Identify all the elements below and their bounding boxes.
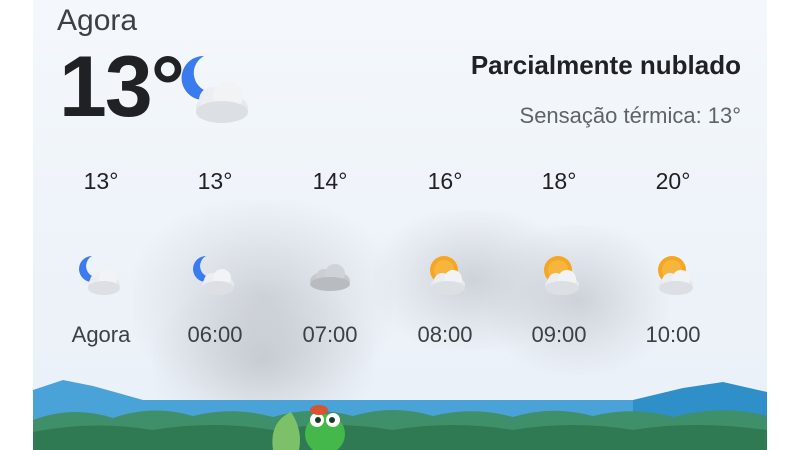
hourly-forecast[interactable]: 13° Agora 13° 06:00 14° 07:00 16° 08:00 … [33,168,767,348]
feels-like: Sensação térmica: 13° [520,103,741,129]
partly-cloudy-night-icon [79,256,120,295]
hour-temperature: 20° [655,168,691,194]
hour-time: 06:00 [187,322,243,347]
current-temperature: 13° [59,39,185,135]
hour-temperature: 16° [427,168,463,194]
partly-cloudy-night-icon [193,256,234,295]
hour-item[interactable]: 14° 07:00 [275,168,385,348]
cloudy-icon [310,264,350,291]
landscape-illustration [33,380,767,450]
hour-time: 08:00 [417,322,473,347]
partly-cloudy-day-icon [544,256,579,295]
partly-cloudy-day-icon [430,256,465,295]
hour-time: 07:00 [302,322,358,347]
hour-temperature: 14° [312,168,348,194]
hour-item[interactable]: 20° 10:00 [618,168,728,348]
current-label: Agora [57,4,138,37]
hour-item[interactable]: 13° 06:00 [160,168,270,348]
hour-item[interactable]: 18° 09:00 [504,168,614,348]
hour-time: 09:00 [531,322,587,347]
hour-item[interactable]: 13° Agora [46,168,156,348]
partly-cloudy-night-icon [181,55,248,123]
hour-temperature: 13° [83,168,119,194]
hour-temperature: 13° [197,168,233,194]
weather-card: Agora 13° Parcialmente nublado Sensação … [33,0,767,450]
feels-like-value: 13° [707,103,741,128]
feels-like-label: Sensação térmica: [519,103,702,128]
hour-time: 1 [733,322,767,348]
current-condition: Parcialmente nublado [470,50,741,80]
hour-time: 10:00 [645,322,701,347]
hour-item[interactable]: 16° 08:00 [390,168,500,348]
hour-temperature: 18° [541,168,577,194]
hour-time: Agora [71,322,131,347]
partly-cloudy-day-icon [658,256,693,295]
hour-item[interactable]: 1 [733,168,767,348]
partly-cloudy-day-icon [763,250,767,300]
